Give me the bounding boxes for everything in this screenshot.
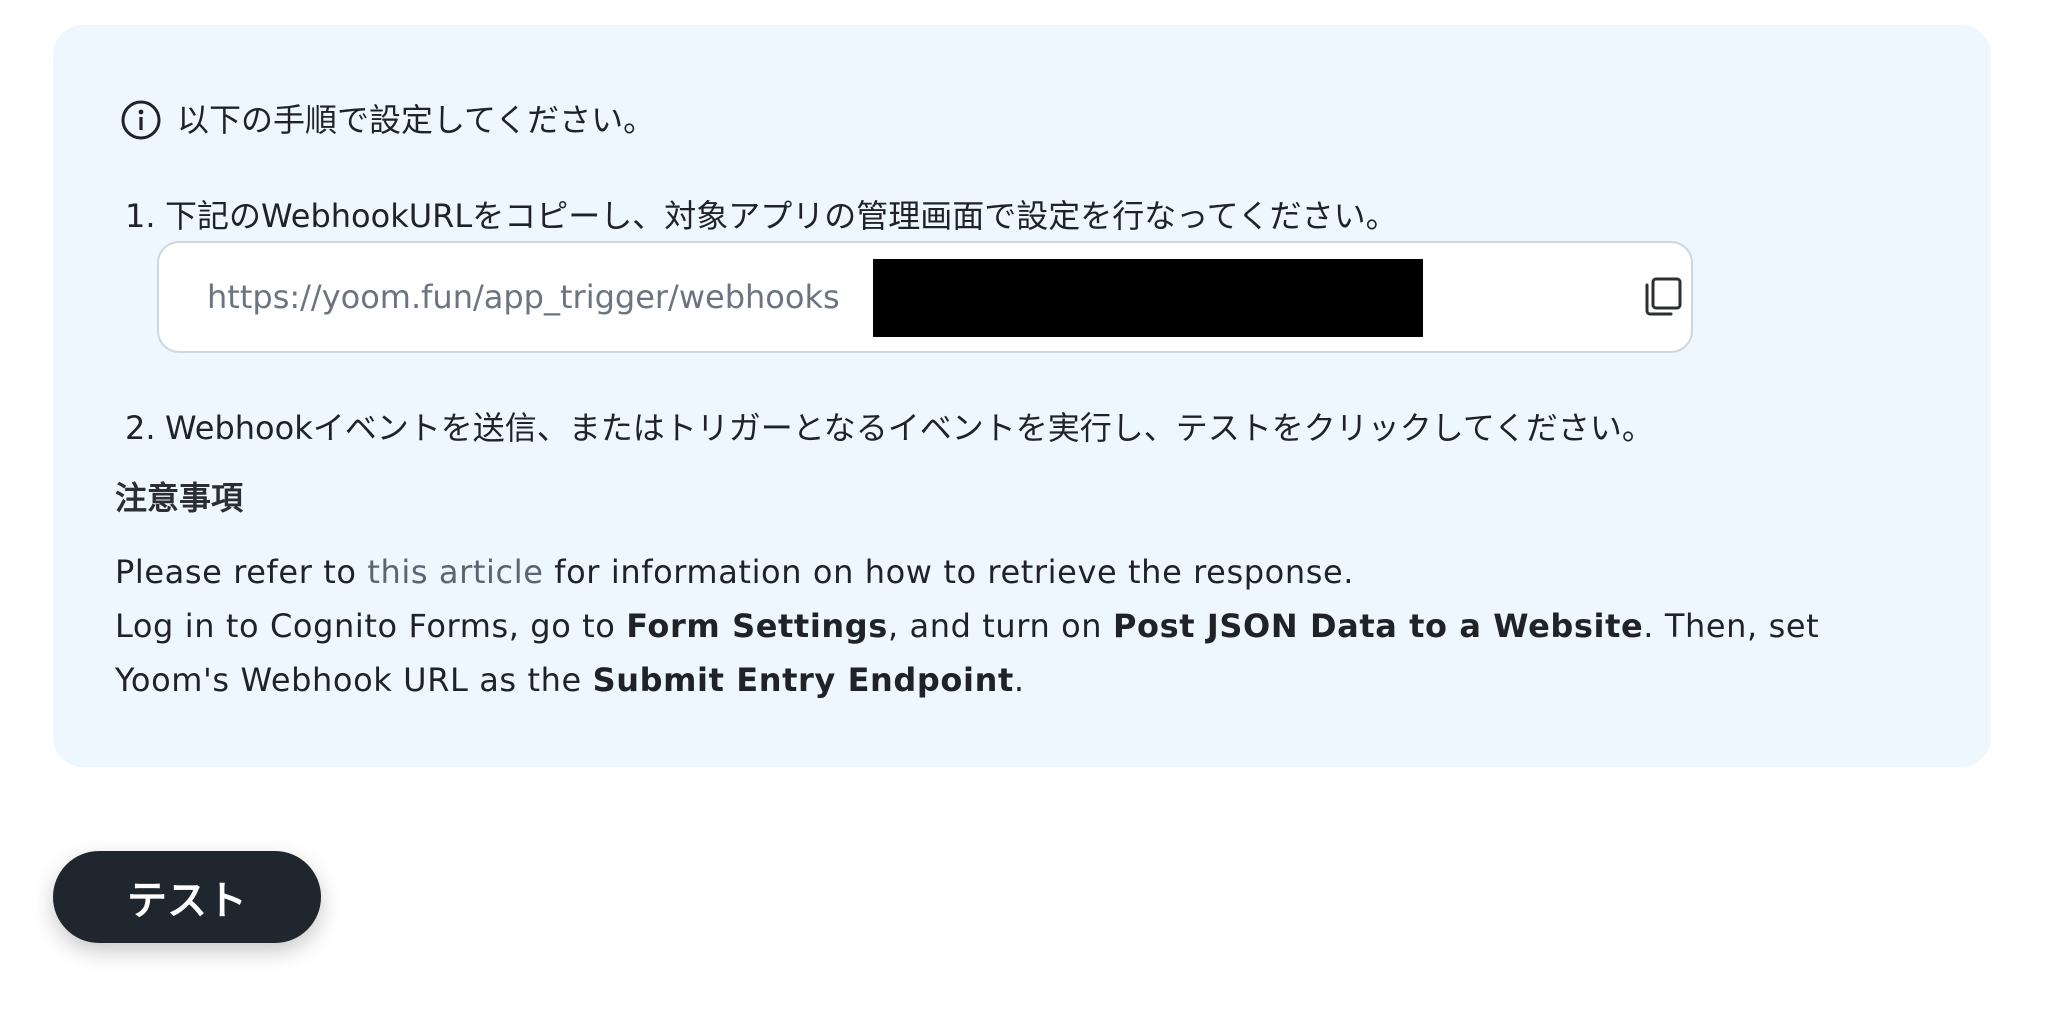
note-line-1: Please refer to this article for informa…: [115, 545, 1915, 599]
note-1-pre: Please refer to: [115, 553, 368, 591]
post-json-term: Post JSON Data to a Website: [1112, 607, 1644, 645]
step-2-number: 2.: [125, 409, 156, 447]
webhook-url-field[interactable]: https://yoom.fun/app_trigger/webhooks: [157, 241, 1693, 353]
test-button[interactable]: テスト: [53, 851, 321, 943]
article-link[interactable]: this article: [367, 553, 543, 591]
intro-text: 以下の手順で設定してください。: [177, 101, 656, 139]
note-1-post: for information on how to retrieve the r…: [543, 553, 1355, 591]
redaction-block: [873, 259, 1423, 337]
submit-endpoint-term: Submit Entry Endpoint: [592, 661, 1014, 699]
caution-heading: 注意事項: [115, 479, 244, 517]
step-1-text: 下記のWebhookURLをコピーし、対象アプリの管理画面で設定を行なってくださ…: [165, 197, 1398, 235]
note-2-a: Log in to Cognito Forms, go to: [115, 607, 627, 645]
step-1-number: 1.: [125, 197, 156, 235]
form-settings-term: Form Settings: [626, 607, 888, 645]
step-2-text: Webhookイベントを送信、またはトリガーとなるイベントを実行し、テストをクリ…: [165, 409, 1654, 447]
caution-notes: Please refer to this article for informa…: [115, 545, 1915, 707]
step-2: 2. Webhookイベントを送信、またはトリガーとなるイベントを実行し、テストを…: [125, 403, 1654, 453]
note-2-g: .: [1013, 661, 1025, 699]
intro-row: 以下の手順で設定してください。: [119, 95, 655, 145]
note-2-c: , and turn on: [887, 607, 1113, 645]
instructions-panel: 以下の手順で設定してください。 1. 下記のWebhookURLをコピーし、対象ア…: [53, 25, 1991, 767]
note-line-2: Log in to Cognito Forms, go to Form Sett…: [115, 599, 1915, 707]
step-1: 1. 下記のWebhookURLをコピーし、対象アプリの管理画面で設定を行なってく…: [125, 191, 1398, 241]
copy-icon[interactable]: [1639, 275, 1685, 321]
webhook-url-text[interactable]: https://yoom.fun/app_trigger/webhooks: [207, 243, 840, 351]
info-icon: [119, 98, 163, 142]
